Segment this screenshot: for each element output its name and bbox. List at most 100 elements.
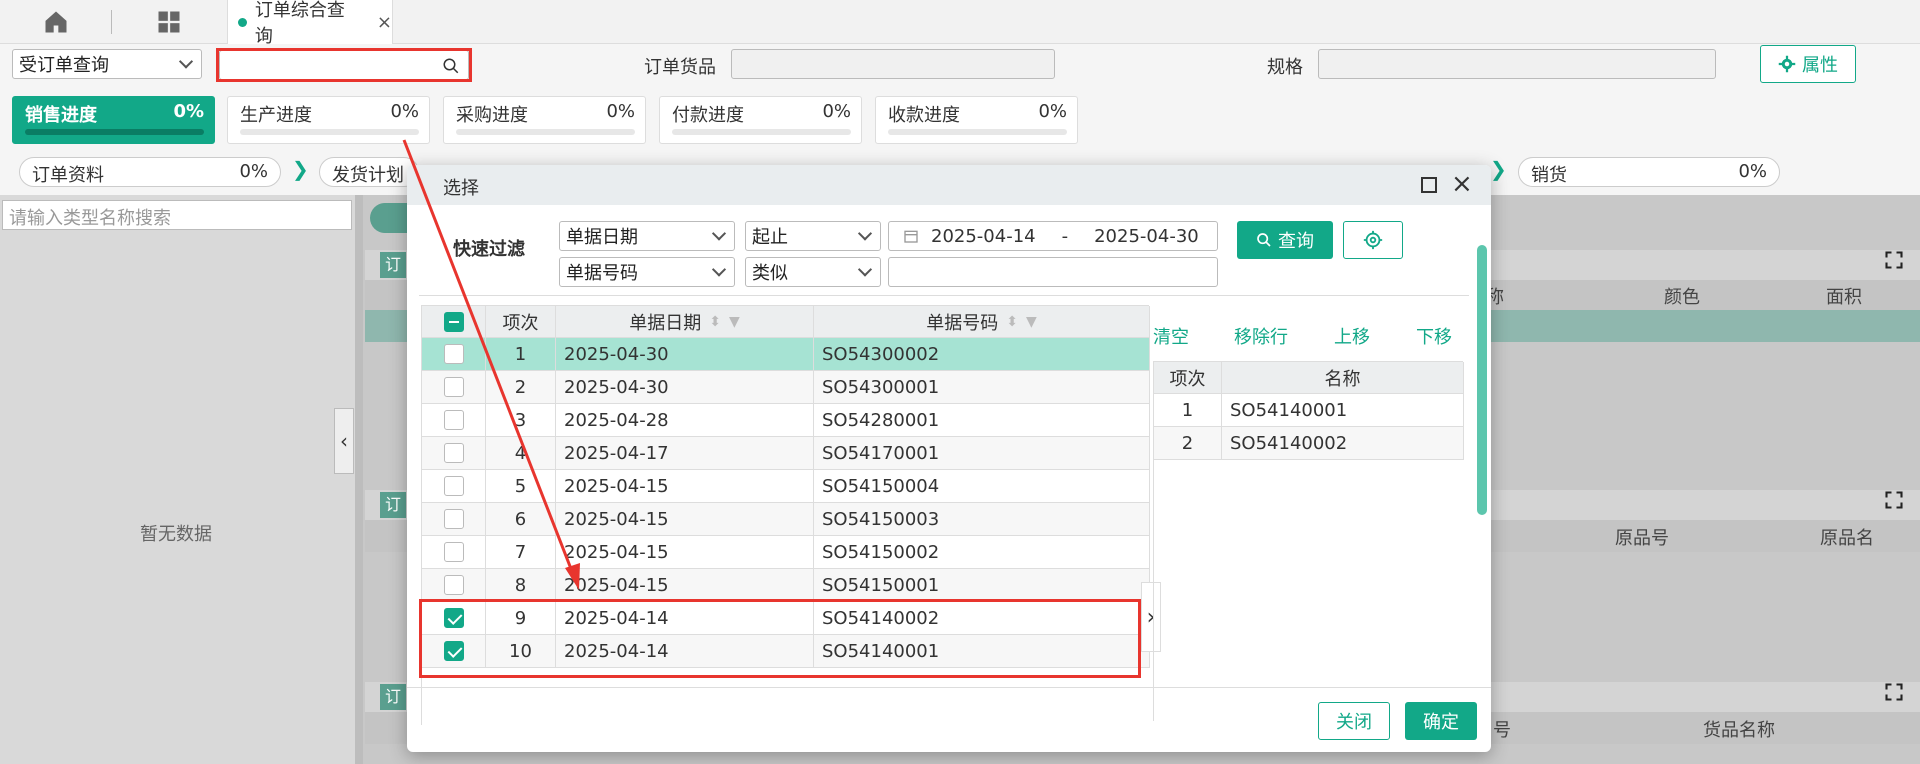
filter2-op-select[interactable]: 类似: [745, 257, 881, 287]
panel-splitter[interactable]: [355, 195, 363, 764]
table-row-date[interactable]: 2025-04-15: [556, 569, 814, 602]
row-checkbox[interactable]: [443, 443, 464, 463]
select-dialog: 选择 × 快速过滤 单据日期 起止 2025-04-14 - 2025-04-3…: [407, 165, 1491, 752]
progress-card-receipt[interactable]: 收款进度 0%: [875, 96, 1078, 144]
table-row-checkbox-cell[interactable]: [422, 470, 486, 503]
section-tag: 订: [380, 492, 406, 518]
table-row-number[interactable]: SO54280001: [814, 404, 1150, 437]
column-header-date[interactable]: 单据日期 ⬍ ▼: [556, 306, 814, 338]
clear-button[interactable]: 清空: [1153, 323, 1189, 349]
table-row-number[interactable]: SO54300001: [814, 371, 1150, 404]
maximize-icon[interactable]: [1421, 177, 1437, 193]
close-button[interactable]: 关闭: [1318, 702, 1390, 740]
step-sales[interactable]: 销货 0%: [1518, 157, 1780, 187]
select-all-checkbox[interactable]: [443, 311, 464, 332]
row-checkbox[interactable]: [443, 476, 464, 496]
table-row-number[interactable]: SO54150001: [814, 569, 1150, 602]
expand-icon[interactable]: [1884, 682, 1904, 702]
close-icon[interactable]: ×: [1451, 171, 1473, 197]
column-header-number[interactable]: 单据号码 ⬍ ▼: [814, 306, 1150, 338]
move-up-button[interactable]: 上移: [1334, 323, 1370, 349]
goods-input[interactable]: [731, 49, 1055, 79]
empty-state-text: 暂无数据: [140, 524, 212, 545]
dialog-scrollbar[interactable]: [1477, 245, 1487, 515]
progress-value: 0%: [390, 101, 419, 122]
table-row-date[interactable]: 2025-04-17: [556, 437, 814, 470]
table-row-index: 3: [486, 404, 556, 437]
remove-row-button[interactable]: 移除行: [1234, 323, 1288, 349]
row-checkbox[interactable]: [443, 410, 464, 430]
filter-icon[interactable]: ▼: [1026, 314, 1037, 330]
list-item-index: 1: [1154, 394, 1222, 427]
row-checkbox[interactable]: [443, 344, 464, 364]
query-type-select[interactable]: 受订单查询: [12, 49, 202, 79]
dialog-header: [407, 165, 1491, 205]
table-row-number[interactable]: SO54300002: [814, 338, 1150, 371]
table-row-date[interactable]: 2025-04-30: [556, 371, 814, 404]
section-tag: 订: [380, 252, 406, 278]
settings-button[interactable]: [1343, 221, 1403, 259]
table-row-checkbox-cell[interactable]: [422, 503, 486, 536]
select-all-cell[interactable]: [422, 306, 486, 338]
column-header: 颜色: [1664, 287, 1700, 308]
row-checkbox[interactable]: [443, 509, 464, 529]
attributes-button[interactable]: 属性: [1760, 45, 1856, 83]
date-range-input[interactable]: 2025-04-14 - 2025-04-30: [888, 221, 1218, 251]
date-separator: -: [1061, 225, 1069, 247]
table-row-number[interactable]: SO54150003: [814, 503, 1150, 536]
list-item-name[interactable]: SO54140001: [1222, 394, 1464, 427]
apps-grid-icon[interactable]: [155, 8, 183, 36]
progress-card-sales[interactable]: 销售进度 0%: [12, 96, 215, 144]
progress-card-purchase[interactable]: 采购进度 0%: [443, 96, 646, 144]
list-item-name[interactable]: SO54140002: [1222, 427, 1464, 460]
table-row-checkbox-cell[interactable]: [422, 536, 486, 569]
row-checkbox[interactable]: [443, 575, 464, 595]
filter1-op-select[interactable]: 起止: [745, 221, 881, 251]
table-row-checkbox-cell[interactable]: [422, 404, 486, 437]
sort-icon[interactable]: ⬍: [709, 314, 721, 330]
table-row-date[interactable]: 2025-04-15: [556, 503, 814, 536]
query-button[interactable]: 查询: [1237, 221, 1333, 259]
tab-order-query[interactable]: 订单综合查询 ×: [227, 0, 393, 47]
table-row-date[interactable]: 2025-04-15: [556, 536, 814, 569]
progress-bar: [888, 129, 1067, 135]
filter-icon[interactable]: ▼: [729, 314, 740, 330]
table-row-number[interactable]: SO54150004: [814, 470, 1150, 503]
table-row-date[interactable]: 2025-04-15: [556, 470, 814, 503]
spec-label: 规格: [1267, 57, 1303, 78]
table-row-number[interactable]: SO54170001: [814, 437, 1150, 470]
attributes-button-label: 属性: [1802, 55, 1838, 76]
progress-value: 0%: [1038, 101, 1067, 122]
table-row-number[interactable]: SO54150002: [814, 536, 1150, 569]
row-checkbox[interactable]: [443, 542, 464, 562]
step-delivery-plan[interactable]: 发货计划: [319, 157, 419, 187]
filter2-field-select[interactable]: 单据号码: [559, 257, 735, 287]
type-search-input[interactable]: 请输入类型名称搜索: [2, 200, 352, 230]
home-icon[interactable]: [42, 8, 70, 36]
collapse-panel-button[interactable]: ‹: [334, 408, 354, 474]
progress-value: 0%: [822, 101, 851, 122]
expand-icon[interactable]: [1884, 250, 1904, 270]
tab-close-icon[interactable]: ×: [377, 12, 392, 33]
table-row-checkbox-cell[interactable]: [422, 569, 486, 602]
table-row-checkbox-cell[interactable]: [422, 338, 486, 371]
step-order-info[interactable]: 订单资料 0%: [19, 157, 281, 187]
table-row-checkbox-cell[interactable]: [422, 371, 486, 404]
filter1-field-select[interactable]: 单据日期: [559, 221, 735, 251]
progress-bar: [456, 129, 635, 135]
table-row-date[interactable]: 2025-04-28: [556, 404, 814, 437]
filter2-value-input[interactable]: [888, 257, 1218, 287]
progress-card-payment[interactable]: 付款进度 0%: [659, 96, 862, 144]
row-checkbox[interactable]: [443, 377, 464, 397]
table-row-date[interactable]: 2025-04-30: [556, 338, 814, 371]
move-down-button[interactable]: 下移: [1416, 323, 1452, 349]
column-header-label: 单据号码: [926, 312, 999, 334]
spec-input[interactable]: [1318, 49, 1716, 79]
footer-divider: [407, 687, 1491, 688]
expand-icon[interactable]: [1884, 490, 1904, 510]
gear-icon: [1363, 230, 1383, 250]
progress-card-production[interactable]: 生产进度 0%: [227, 96, 430, 144]
confirm-button[interactable]: 确定: [1405, 702, 1477, 740]
table-row-checkbox-cell[interactable]: [422, 437, 486, 470]
sort-icon[interactable]: ⬍: [1006, 314, 1018, 330]
